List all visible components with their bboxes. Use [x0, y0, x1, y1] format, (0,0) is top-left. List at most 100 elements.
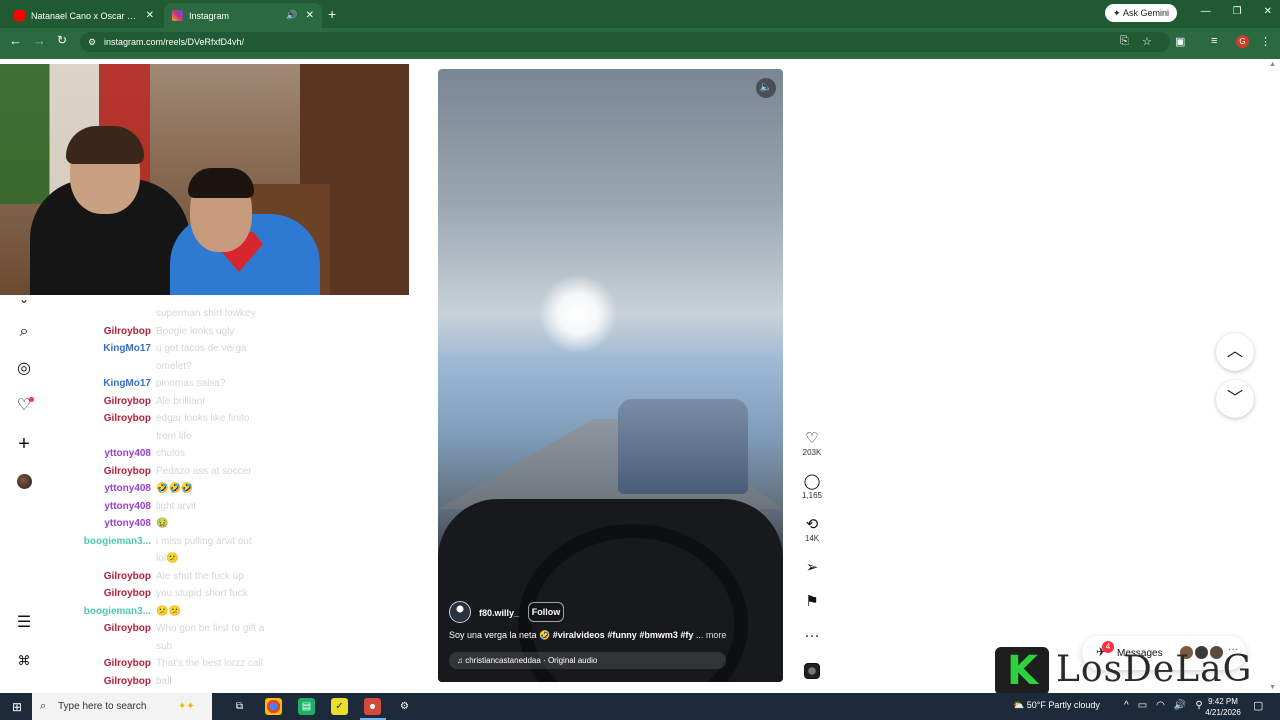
volume-icon[interactable]: 🔊 — [1174, 700, 1186, 711]
volume-icon[interactable]: 🔈 — [756, 78, 776, 98]
chat-message: Gilroybop Boogie looks ugly — [60, 323, 310, 341]
wifi-icon[interactable]: ◠ — [1156, 700, 1165, 711]
site-info-icon[interactable]: ⚙ — [88, 32, 96, 52]
new-tab-button[interactable]: + — [328, 6, 336, 22]
windows-start-icon[interactable]: ⊞ — [12, 700, 22, 714]
heart-icon[interactable]: ♡ — [798, 430, 826, 448]
network-icon[interactable]: ▭ — [1138, 700, 1147, 711]
explore-icon[interactable]: ◎ — [14, 359, 34, 379]
chat-username[interactable]: KingMo17 — [60, 340, 156, 358]
address-bar[interactable]: ⚙ instagram.com/reels/DVeRfxfD4vh/ — [80, 32, 1170, 52]
like-action[interactable]: ♡ 203K — [798, 430, 826, 457]
task-view-icon[interactable]: ⧉ — [231, 698, 248, 715]
chat-username[interactable]: yttony408 — [60, 480, 156, 498]
chat-text: ball — [156, 675, 172, 687]
repost-icon[interactable]: ⟲ — [798, 516, 826, 534]
reel-audio-link[interactable]: ♫ christiancastaneddaa · Original audio — [449, 652, 726, 669]
chrome-active-icon[interactable] — [364, 698, 381, 715]
chat-username[interactable]: boogieman3... — [60, 603, 156, 621]
close-tab-icon[interactable]: ✕ — [306, 10, 314, 21]
chat-username[interactable]: Gilroybop — [60, 673, 156, 691]
bookmark-star-icon[interactable]: ☆ — [1142, 35, 1152, 48]
ask-gemini-button[interactable]: ✦ Ask Gemini — [1105, 4, 1177, 22]
chat-text: you stupid short fuck — [156, 588, 248, 599]
chat-username[interactable]: yttony408 — [60, 445, 156, 463]
weather[interactable]: ⛅ 50°F Partly cloudy — [1013, 700, 1100, 711]
chat-username[interactable]: Gilroybop — [60, 463, 156, 481]
reel-caption[interactable]: Soy una verga la neta 🤣 #viralvideos #fu… — [449, 630, 726, 641]
chat-username[interactable]: boogieman3... — [60, 533, 156, 551]
caption-hashtags[interactable]: #viralvideos #funny #bmwm3 #fy — [553, 630, 694, 640]
reel-username[interactable]: f80.willy_ — [479, 608, 519, 618]
reel-author-avatar[interactable] — [449, 601, 471, 623]
chevron-up-icon[interactable]: ^ — [1124, 700, 1129, 711]
chat-username[interactable]: Gilroybop — [60, 620, 156, 638]
extensions-icon[interactable]: ▣ — [1175, 35, 1185, 48]
close-window-icon[interactable]: ✕ — [1264, 6, 1272, 17]
back-icon[interactable]: ← — [9, 33, 22, 48]
profile-avatar-sidebar[interactable] — [17, 474, 32, 489]
minimize-icon[interactable]: — — [1201, 6, 1211, 17]
chat-username[interactable] — [60, 428, 156, 446]
chat-username[interactable]: Gilroybop — [60, 323, 156, 341]
taskbar-search[interactable]: ⌕ Type here to search ✦✦ — [32, 693, 212, 720]
audio-thumbnail[interactable] — [804, 663, 820, 679]
chat-username[interactable]: Gilroybop — [60, 585, 156, 603]
more-menu-icon[interactable]: ☰ — [14, 613, 34, 633]
bookmark-icon[interactable]: ⚑ — [798, 593, 826, 611]
save-action[interactable]: ⚑ — [798, 593, 826, 611]
tab-instagram[interactable]: Instagram 🔊 ✕ — [164, 3, 322, 28]
also-from-meta-icon[interactable]: ⌘ — [14, 651, 34, 671]
reload-icon[interactable]: ↻ — [57, 33, 67, 47]
chat-username[interactable]: Gilroybop — [60, 393, 156, 411]
share-action[interactable]: ➢ — [798, 559, 826, 577]
repost-action[interactable]: ⟲ 14K — [798, 516, 826, 543]
chat-username[interactable] — [60, 358, 156, 376]
notifications-icon[interactable]: ▢ — [1253, 699, 1263, 712]
chrome-icon[interactable] — [265, 698, 282, 715]
create-icon[interactable]: + — [14, 434, 34, 454]
chat-username[interactable]: Gilroybop — [60, 568, 156, 586]
chat-username[interactable] — [60, 550, 156, 568]
notifications-heart-icon[interactable]: ♡ — [14, 396, 34, 416]
clock[interactable]: 9:42 PM 4/21/2026 — [1200, 696, 1246, 718]
install-app-icon[interactable]: ⎘ — [1120, 35, 1129, 48]
chat-message: omelet? — [60, 358, 310, 376]
more-options[interactable]: ··· — [798, 627, 826, 645]
comment-action[interactable]: ◯ 1,165 — [798, 473, 826, 500]
scrollbar-up-arrow[interactable]: ▲ — [1269, 61, 1276, 68]
close-tab-icon[interactable]: ✕ — [146, 10, 154, 21]
profile-avatar[interactable]: G — [1236, 35, 1249, 48]
more-dots-icon[interactable]: ··· — [798, 627, 826, 645]
chat-username[interactable] — [60, 305, 156, 323]
chat-text: lol😕 — [156, 553, 179, 564]
chat-username[interactable]: Gilroybop — [60, 410, 156, 428]
reels-icon[interactable]: ⌄ — [14, 289, 34, 309]
forward-icon[interactable]: → — [33, 33, 46, 48]
tab-youtube[interactable]: Natanael Cano x Oscar Maydon ✕ — [6, 3, 162, 28]
app-icon[interactable]: ▤ — [298, 698, 315, 715]
chat-username[interactable]: Gilroybop — [60, 655, 156, 673]
comment-icon[interactable]: ◯ — [798, 473, 826, 491]
follow-button[interactable]: Follow — [528, 602, 564, 622]
menu-kebab-icon[interactable]: ⋮ — [1260, 35, 1271, 48]
share-paper-plane-icon[interactable]: ➢ — [798, 559, 826, 577]
speaker-icon[interactable]: 🔊 — [286, 10, 297, 21]
scrollbar-down-arrow[interactable]: ▼ — [1269, 684, 1276, 691]
app-icon[interactable]: ✓ — [331, 698, 348, 715]
search-icon[interactable]: ⌕ — [14, 322, 34, 342]
chat-username[interactable] — [60, 638, 156, 656]
chat-text: u got tacos de verga — [156, 343, 247, 354]
chat-username[interactable]: yttony408 — [60, 515, 156, 533]
settings-gear-icon[interactable]: ⚙ — [396, 698, 413, 715]
chevron-down-icon: ﹀ — [1226, 390, 1243, 407]
clock-date: 4/21/2026 — [1205, 708, 1241, 717]
chat-username[interactable]: KingMo17 — [60, 375, 156, 393]
chat-username[interactable]: yttony408 — [60, 498, 156, 516]
media-controls-icon[interactable]: ≡ — [1211, 35, 1217, 47]
restore-icon[interactable]: ❐ — [1233, 6, 1242, 17]
caption-more-link[interactable]: ... more — [693, 630, 727, 640]
reel-video[interactable]: 🔈 f80.willy_ Follow Soy una verga la net… — [438, 69, 783, 682]
next-reel-button[interactable]: ﹀ — [1216, 380, 1254, 418]
previous-reel-button[interactable]: ︿ — [1216, 333, 1254, 371]
